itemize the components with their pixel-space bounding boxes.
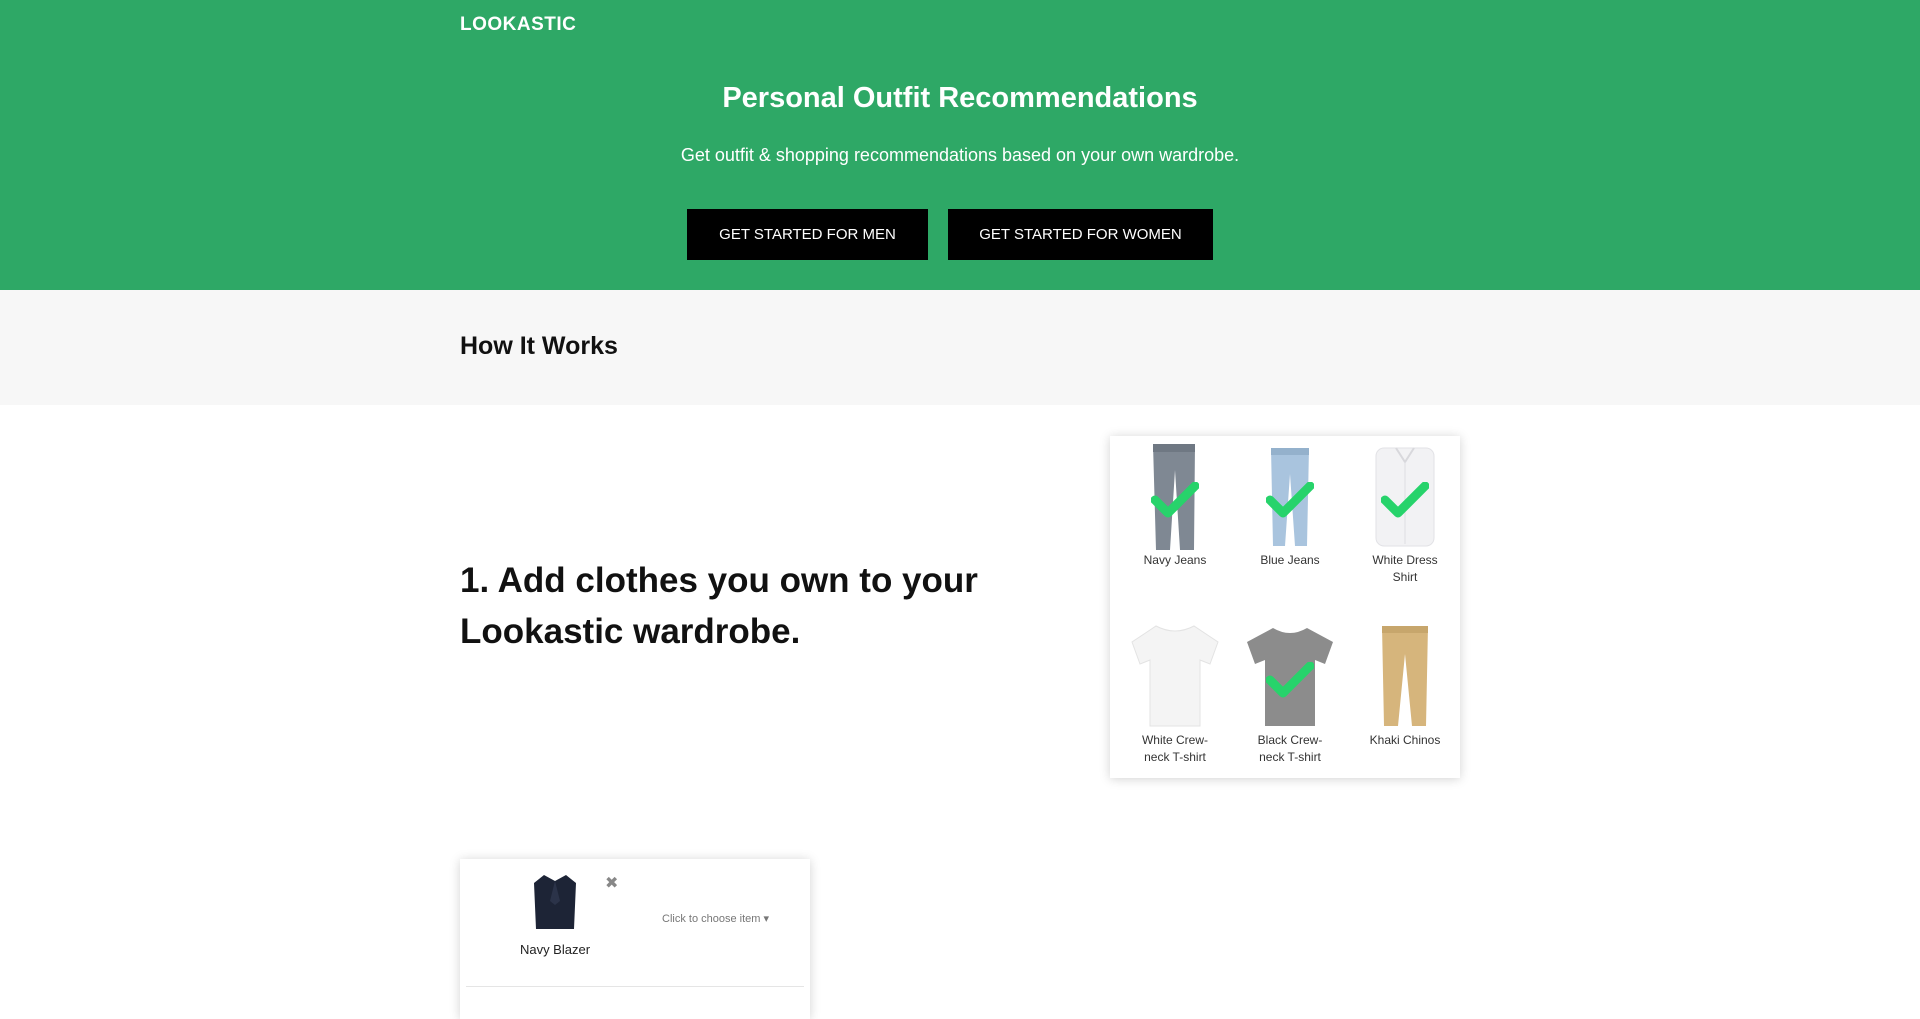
remove-item-icon[interactable]: ✖ [605, 873, 618, 893]
wardrobe-item[interactable]: Black Crew-neck T-shirt [1235, 620, 1345, 766]
outfit-builder-card: ✖ Navy Blazer Click to choose item ▾ [460, 859, 810, 1019]
wardrobe-item-label: White Dress Shirt [1372, 553, 1438, 584]
navy-jeans-icon [1120, 440, 1230, 550]
wardrobe-item[interactable]: Navy Jeans [1120, 440, 1230, 569]
wardrobe-item[interactable]: Blue Jeans [1235, 440, 1345, 569]
wardrobe-item[interactable]: White Dress Shirt [1350, 440, 1460, 586]
hero-title: Personal Outfit Recommendations [722, 82, 1198, 114]
black-tshirt-icon [1235, 620, 1345, 730]
outfit-item-label: Navy Blazer [519, 942, 591, 957]
step-1-title: 1. Add clothes you own to your Lookastic… [460, 561, 978, 651]
how-it-works-section: How It Works [0, 290, 1920, 405]
get-started-women-button[interactable]: GET STARTED FOR WOMEN [948, 209, 1213, 260]
choose-item-dropdown[interactable]: Click to choose item ▾ [662, 912, 769, 925]
blue-jeans-icon [1235, 440, 1345, 550]
wardrobe-item[interactable]: White Crew-neck T-shirt [1120, 620, 1230, 766]
khaki-chinos-icon [1350, 620, 1460, 730]
wardrobe-item[interactable]: Khaki Chinos [1350, 620, 1460, 749]
get-started-men-button[interactable]: GET STARTED FOR MEN [687, 209, 928, 260]
brand-logo[interactable]: LOOKASTIC [460, 14, 576, 36]
wardrobe-item-label: Navy Jeans [1143, 553, 1207, 567]
navy-blazer-icon [530, 871, 580, 931]
how-it-works-title: How It Works [460, 332, 618, 360]
divider [466, 986, 804, 987]
hero-subtitle: Get outfit & shopping recommendations ba… [680, 145, 1240, 165]
wardrobe-item-label: Blue Jeans [1260, 553, 1320, 567]
wardrobe-item-label: Khaki Chinos [1369, 733, 1441, 747]
white-dress-shirt-icon [1350, 440, 1460, 550]
hero-section: LOOKASTIC Personal Outfit Recommendation… [0, 0, 1920, 290]
wardrobe-item-label: Black Crew-neck T-shirt [1257, 733, 1323, 764]
white-tshirt-icon [1120, 620, 1230, 730]
wardrobe-card: Navy Jeans Blue Jeans White Dress Shirt [1110, 436, 1460, 778]
wardrobe-item-label: White Crew-neck T-shirt [1141, 733, 1208, 764]
